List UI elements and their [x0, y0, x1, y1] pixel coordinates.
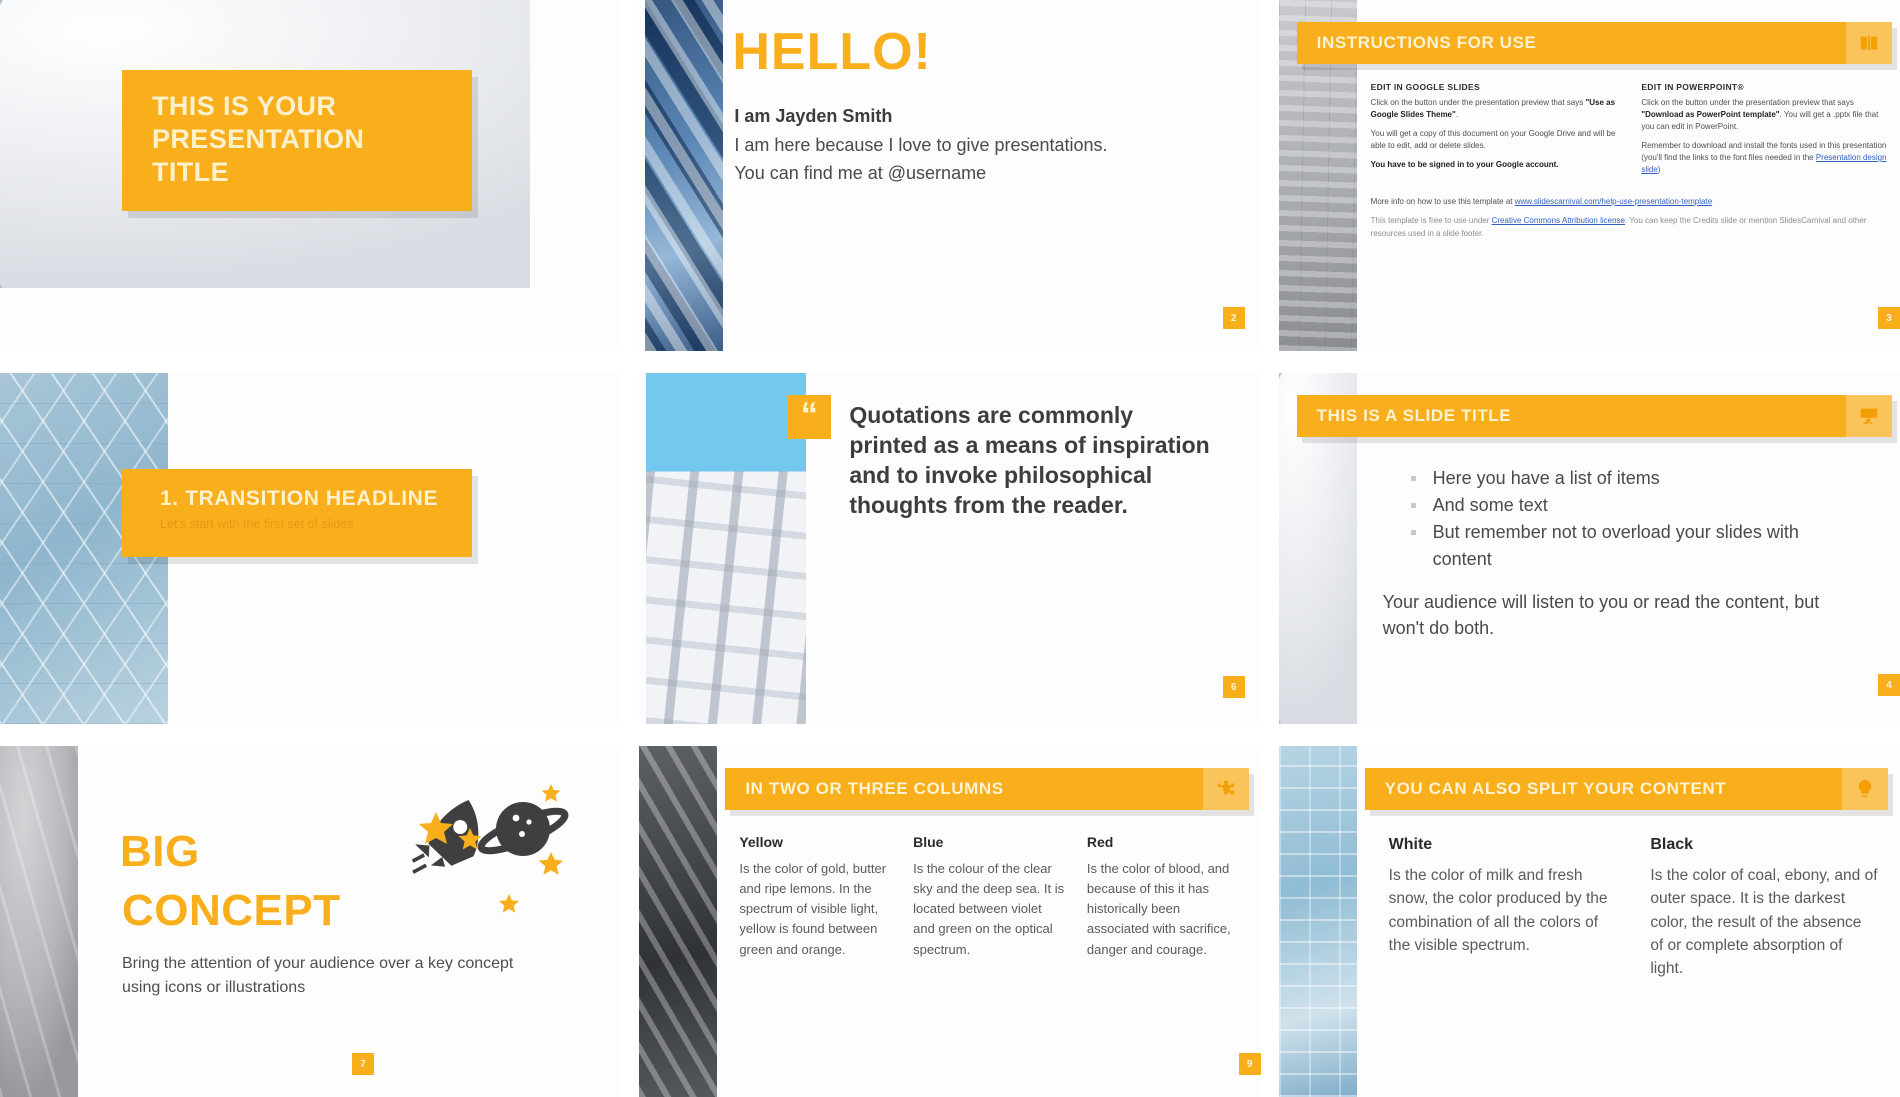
- lightbulb-icon: [1841, 768, 1888, 810]
- column-body: Is the color of coal, ebony, and of oute…: [1650, 867, 1878, 977]
- page-badge: 6: [1222, 676, 1245, 698]
- slide-instructions[interactable]: INSTRUCTIONS FOR USE EDIT IN GOOGLE SLID…: [1278, 0, 1900, 351]
- title-line-1: THIS IS YOUR: [152, 91, 337, 121]
- hello-heading: HELLO!: [732, 23, 932, 81]
- instructions-columns: EDIT IN GOOGLE SLIDES Click on the butto…: [1371, 82, 1888, 183]
- photo-concrete: [0, 746, 78, 1097]
- pp-p1-bold: "Download as PowerPoint template": [1641, 110, 1780, 119]
- cc-license-link[interactable]: Creative Commons Attribution license: [1492, 216, 1625, 225]
- speaker-name: I am Jayden Smith: [734, 106, 893, 126]
- column-black: Black Is the color of coal, ebony, and o…: [1650, 836, 1878, 980]
- big-concept-line-2: CONCEPT: [122, 886, 341, 936]
- quotation-text: Quotations are commonly printed as a mea…: [849, 402, 1210, 518]
- powerpoint-column: EDIT IN POWERPOINT® Click on the button …: [1641, 82, 1888, 183]
- gs-p1-c: .: [1455, 110, 1459, 119]
- slide-title-with-list[interactable]: THIS IS A SLIDE TITLE Here you have a li…: [1278, 373, 1900, 724]
- slide-title: THIS IS A SLIDE TITLE: [1316, 406, 1512, 425]
- space-illustration: [366, 774, 581, 944]
- photo-glass-tower: [1278, 746, 1357, 1097]
- title-card: THIS IS YOUR PRESENTATION TITLE: [122, 70, 472, 211]
- presentation-icon: [1845, 395, 1892, 437]
- columns-title-bar: IN TWO OR THREE COLUMNS: [725, 768, 1249, 810]
- big-concept-heading: BIG CONCEPT: [120, 822, 341, 941]
- pp-p2-c: ): [1657, 165, 1661, 174]
- google-slides-heading: EDIT IN GOOGLE SLIDES: [1370, 82, 1480, 92]
- powerpoint-heading: EDIT IN POWERPOINT®: [1641, 82, 1744, 92]
- split-title-bar: YOU CAN ALSO SPLIT YOUR CONTENT: [1364, 768, 1888, 810]
- book-icon: [1845, 22, 1892, 64]
- instructions-title-bar: INSTRUCTIONS FOR USE: [1296, 22, 1892, 64]
- instructions-footer: More info on how to use this template at…: [1371, 196, 1888, 247]
- three-columns: Yellow Is the color of gold, butter and …: [739, 834, 1238, 960]
- column-white: White Is the color of milk and fresh sno…: [1389, 836, 1617, 980]
- page-badge: 7: [352, 1053, 374, 1075]
- page-badge: 4: [1877, 674, 1900, 696]
- column-blue: Blue Is the colour of the clear sky and …: [913, 834, 1065, 960]
- big-concept-line-1: BIG: [120, 827, 200, 876]
- split-title: YOU CAN ALSO SPLIT YOUR CONTENT: [1384, 779, 1727, 798]
- slide-split-content[interactable]: YOU CAN ALSO SPLIT YOUR CONTENT White Is…: [1278, 746, 1900, 1097]
- transition-subtext: Let's start with the first set of slides: [160, 517, 354, 531]
- column-heading: Blue: [913, 834, 944, 850]
- title-line-3: TITLE: [152, 156, 229, 187]
- two-columns: White Is the color of milk and fresh sno…: [1389, 836, 1878, 980]
- columns-title: IN TWO OR THREE COLUMNS: [745, 779, 1004, 798]
- intro-line-1: I am here because I love to give present…: [734, 135, 1108, 155]
- pp-p1-a: Click on the button under the presentati…: [1641, 98, 1854, 107]
- google-slides-column: EDIT IN GOOGLE SLIDES Click on the butto…: [1371, 82, 1618, 183]
- slide-quotation[interactable]: “ Quotations are commonly printed as a m…: [639, 373, 1261, 724]
- big-concept-subtitle: Bring the attention of your audience ove…: [122, 955, 514, 996]
- slide-deck-grid: THIS IS YOUR PRESENTATION TITLE HELLO! I…: [0, 0, 1900, 1097]
- gs-p3-bold: You have to be signed in to your Google …: [1370, 160, 1559, 169]
- column-heading: White: [1388, 836, 1433, 853]
- column-heading: Red: [1086, 834, 1114, 850]
- planet-icon: [477, 802, 569, 856]
- footer-line2-text: This template is free to use under: [1370, 216, 1492, 226]
- gs-p1-a: Click on the button under the presentati…: [1370, 98, 1586, 107]
- google-slides-p3: You have to be signed in to your Google …: [1371, 159, 1618, 171]
- column-heading: Black: [1650, 836, 1694, 853]
- title-line-2: PRESENTATION: [152, 123, 365, 154]
- bullet-list: Here you have a list of items And some t…: [1407, 465, 1860, 573]
- photo-dark-strip: [639, 746, 718, 1097]
- closing-paragraph: Your audience will listen to you or read…: [1382, 592, 1820, 639]
- instructions-title: INSTRUCTIONS FOR USE: [1316, 33, 1537, 52]
- intro-line-2: You can find me at @username: [734, 163, 987, 183]
- page-badge: 2: [1222, 307, 1245, 329]
- column-yellow: Yellow Is the color of gold, butter and …: [739, 834, 891, 960]
- column-body: Is the color of milk and fresh snow, the…: [1388, 867, 1608, 954]
- footer-line-2: This template is free to use under Creat…: [1371, 215, 1888, 240]
- column-body: Is the color of gold, butter and ripe le…: [739, 861, 887, 957]
- slide-columns[interactable]: IN TWO OR THREE COLUMNS Yellow Is the co…: [639, 746, 1261, 1097]
- column-red: Red Is the color of blood, and because o…: [1087, 834, 1239, 960]
- column-body: Is the colour of the clear sky and the d…: [913, 861, 1065, 957]
- slide-title[interactable]: THIS IS YOUR PRESENTATION TITLE: [0, 0, 622, 351]
- photo-sky-building: [646, 373, 807, 724]
- slide-title-bar: THIS IS A SLIDE TITLE: [1296, 395, 1892, 437]
- powerpoint-p2: Remember to download and install the fon…: [1641, 140, 1888, 176]
- slide-big-concept[interactable]: BIG CONCEPT Bring the attention of your …: [0, 746, 622, 1097]
- quote-mark-icon: “: [787, 395, 832, 439]
- column-heading: Yellow: [739, 834, 783, 850]
- page-badge: 3: [1877, 307, 1900, 329]
- list-item: And some text: [1407, 492, 1860, 519]
- footer-line-1: More info on how to use this template at…: [1371, 196, 1888, 208]
- google-slides-p2: You will get a copy of this document on …: [1370, 129, 1616, 150]
- list-item: But remember not to overload your slides…: [1407, 519, 1860, 573]
- slide-hello[interactable]: HELLO! I am Jayden Smith I am here becau…: [639, 0, 1261, 351]
- transition-card: 1. TRANSITION HEADLINE Let's start with …: [122, 469, 472, 557]
- footer-line1-text: More info on how to use this template at: [1370, 197, 1515, 206]
- google-slides-p1: Click on the button under the presentati…: [1371, 97, 1618, 121]
- list-item: Here you have a list of items: [1407, 465, 1860, 492]
- puzzle-icon: [1202, 768, 1249, 810]
- page-badge: 9: [1238, 1053, 1261, 1075]
- transition-headline: 1. TRANSITION HEADLINE: [160, 487, 439, 510]
- help-template-link[interactable]: www.slidescarnival.com/help-use-presenta…: [1515, 197, 1712, 206]
- column-body: Is the color of blood, and because of th…: [1086, 861, 1231, 957]
- slide-transition[interactable]: 1. TRANSITION HEADLINE Let's start with …: [0, 373, 622, 724]
- powerpoint-p1: Click on the button under the presentati…: [1641, 97, 1888, 133]
- photo-blue-glass: [645, 0, 724, 351]
